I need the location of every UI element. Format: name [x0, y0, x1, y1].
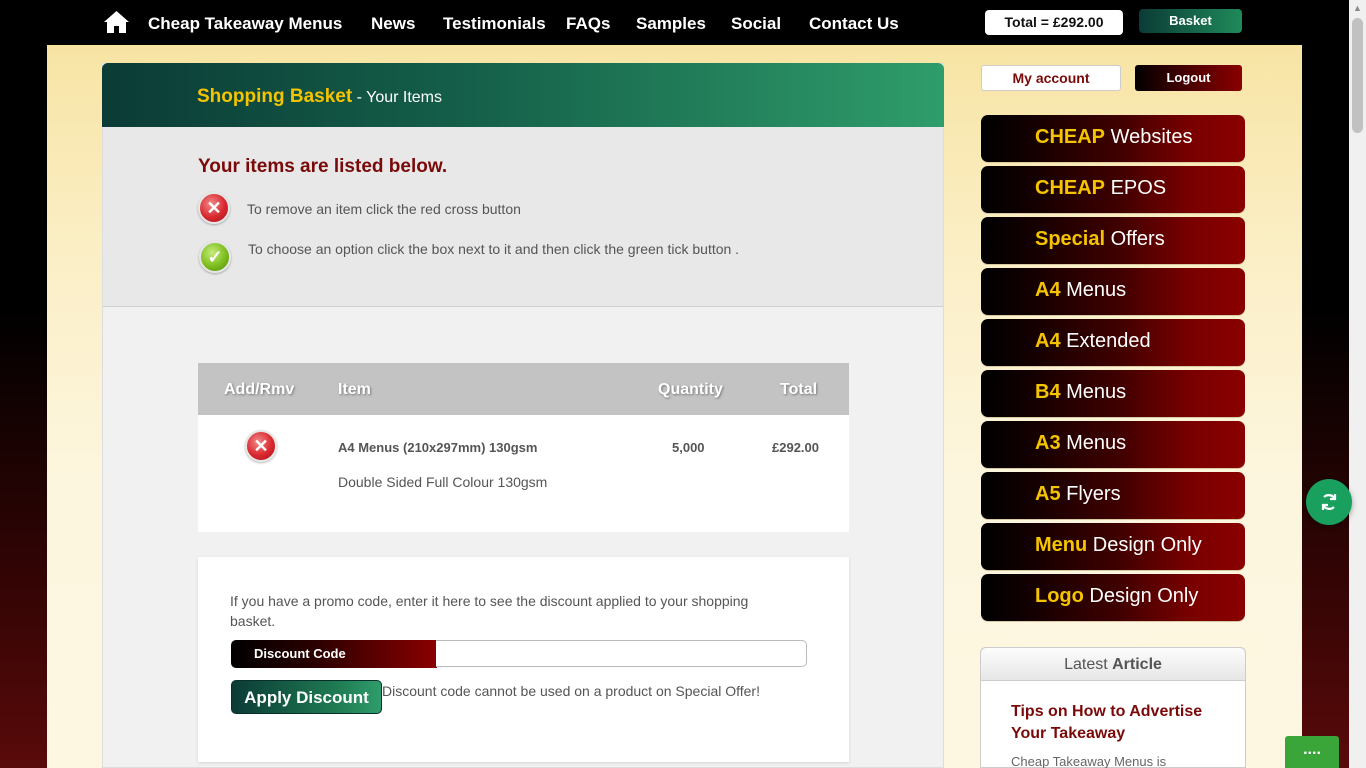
- promo-help-text: If you have a promo code, enter it here …: [230, 593, 749, 629]
- discount-note: Discount code cannot be used on a produc…: [382, 683, 760, 699]
- sidebar-item-a4-extended[interactable]: A4 Extended: [981, 319, 1245, 366]
- sidebar-item-label: Design Only: [1087, 534, 1202, 556]
- sidebar-item-logo-design[interactable]: Logo Design Only: [981, 574, 1245, 621]
- sidebar-item-menu-design[interactable]: Menu Design Only: [981, 523, 1245, 570]
- sidebar-item-label: Design Only: [1083, 585, 1199, 607]
- latest-article-heading-bold: Article: [1112, 656, 1162, 673]
- page-title: Shopping Basket - Your Items: [197, 86, 442, 108]
- latest-article-snippet: Cheap Takeaway Menus is: [1011, 754, 1167, 768]
- nav-faqs-link[interactable]: FAQs: [566, 14, 610, 34]
- col-header-add-remove: Add/Rmv: [224, 381, 295, 398]
- logout-button[interactable]: Logout: [1135, 65, 1242, 91]
- page-title-rest: - Your Items: [352, 89, 443, 106]
- sidebar-item-key: A4: [1035, 330, 1061, 352]
- sidebar-item-label: Offers: [1105, 228, 1165, 250]
- sidebar-item-label: EPOS: [1105, 177, 1167, 199]
- sidebar-item-label: Menus: [1060, 279, 1127, 301]
- sidebar-item-key: Logo: [1035, 585, 1084, 607]
- sidebar-item-label: Websites: [1105, 126, 1193, 148]
- nav-samples-link[interactable]: Samples: [636, 14, 706, 34]
- remove-cross-icon: ✕: [198, 192, 230, 224]
- sidebar-item-key: CHEAP: [1035, 177, 1106, 199]
- instructions-heading: Your items are listed below.: [198, 156, 448, 177]
- nav-social-link[interactable]: Social: [731, 14, 781, 34]
- sidebar-item-key: Menu: [1035, 534, 1088, 556]
- sidebar-item-label: Menus: [1060, 381, 1127, 403]
- sidebar-item-label: Flyers: [1060, 483, 1121, 505]
- discount-code-input[interactable]: [436, 640, 807, 667]
- scrollbar-thumb[interactable]: [1352, 18, 1363, 133]
- sidebar-item-key: CHEAP: [1035, 126, 1106, 148]
- page-title-highlight: Shopping Basket: [197, 86, 353, 107]
- accessibility-widget-icon[interactable]: [1306, 479, 1352, 525]
- nav-news-link[interactable]: News: [371, 14, 415, 34]
- scroll-up-arrow-icon[interactable]: ▲: [1351, 3, 1364, 15]
- latest-article-title-link[interactable]: Tips on How to Advertise Your Takeaway: [1011, 701, 1221, 745]
- col-header-total: Total: [780, 381, 818, 398]
- basket-total: Total = £292.00: [985, 10, 1123, 35]
- home-icon[interactable]: [103, 10, 130, 34]
- sidebar-item-b4-menus[interactable]: B4 Menus: [981, 370, 1245, 417]
- nav-brand-link[interactable]: Cheap Takeaway Menus: [148, 14, 342, 34]
- option-help-text: To choose an option click the box next t…: [248, 241, 740, 257]
- sidebar-item-a5-flyers[interactable]: A5 Flyers: [981, 472, 1245, 519]
- sidebar-item-label: Extended: [1060, 330, 1151, 352]
- sidebar-item-key: A3: [1035, 432, 1061, 454]
- nav-testimonials-link[interactable]: Testimonials: [443, 14, 546, 34]
- basket-button[interactable]: Basket: [1139, 9, 1242, 33]
- col-header-item: Item: [338, 381, 371, 398]
- sidebar-item-a4-menus[interactable]: A4 Menus: [981, 268, 1245, 315]
- sidebar-item-key: A4: [1035, 279, 1061, 301]
- item-quantity: 5,000: [672, 440, 705, 455]
- item-name: A4 Menus (210x297mm) 130gsm: [338, 440, 538, 455]
- sidebar-item-key: Special: [1035, 228, 1106, 250]
- instructions-area: [103, 127, 943, 307]
- nav-contact-link[interactable]: Contact Us: [809, 14, 899, 34]
- latest-article-heading: Latest Article: [980, 647, 1246, 681]
- my-account-button[interactable]: My account: [981, 65, 1121, 91]
- sidebar-item-a3-menus[interactable]: A3 Menus: [981, 421, 1245, 468]
- chat-widget-button[interactable]: ....: [1285, 736, 1339, 768]
- col-header-quantity: Quantity: [658, 381, 723, 398]
- apply-discount-button[interactable]: Apply Discount: [231, 680, 382, 714]
- sidebar-item-cheap-websites[interactable]: CHEAP Websites: [981, 115, 1245, 162]
- remove-item-button[interactable]: ✕: [245, 430, 277, 462]
- sidebar-item-key: B4: [1035, 381, 1061, 403]
- remove-help-text: To remove an item click the red cross bu…: [247, 201, 521, 217]
- basket-table-header: [198, 363, 849, 415]
- discount-code-label: Discount Code: [231, 640, 437, 668]
- green-tick-icon: ✓: [199, 241, 231, 273]
- sidebar-item-special-offers[interactable]: Special Offers: [981, 217, 1245, 264]
- sidebar-item-cheap-epos[interactable]: CHEAP EPOS: [981, 166, 1245, 213]
- latest-article-heading-plain: Latest: [1064, 656, 1113, 673]
- sidebar-item-key: A5: [1035, 483, 1061, 505]
- item-description: Double Sided Full Colour 130gsm: [338, 474, 548, 490]
- sidebar-item-label: Menus: [1060, 432, 1127, 454]
- item-total: £292.00: [772, 440, 819, 455]
